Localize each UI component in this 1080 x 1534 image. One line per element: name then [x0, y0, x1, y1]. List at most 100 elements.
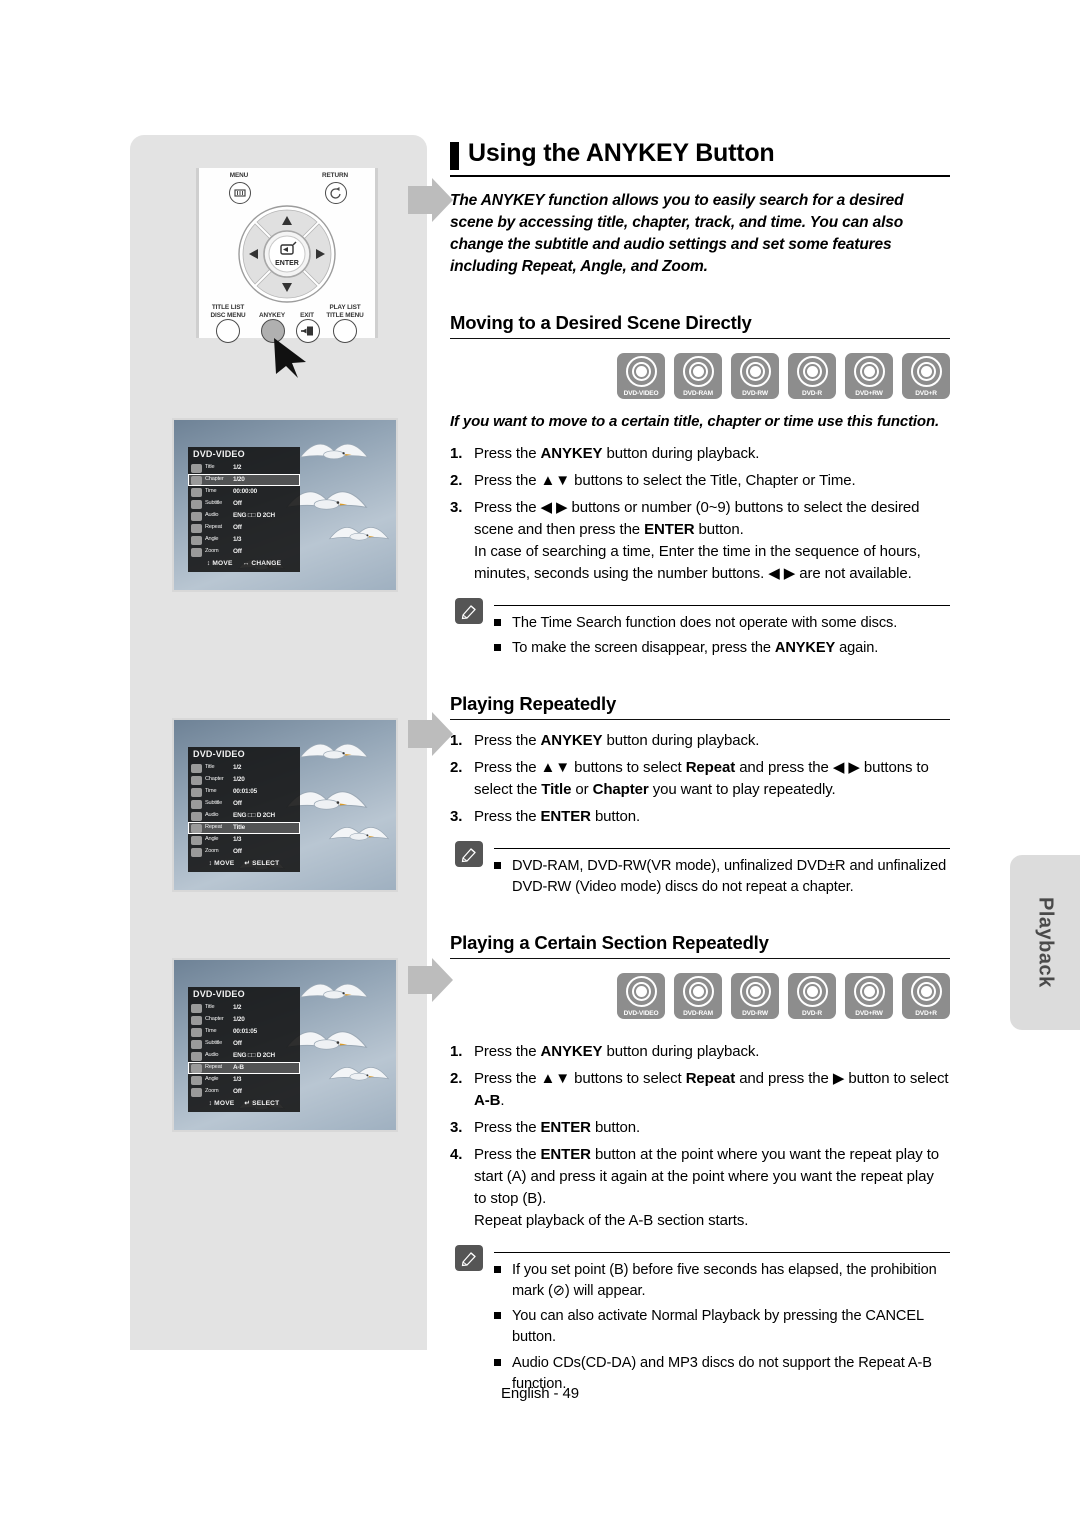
- osd-row-label: Repeat: [205, 824, 222, 831]
- osd-move-hint: ↕ MOVE: [206, 560, 233, 567]
- osd-row-time[interactable]: Time 00:01:05: [188, 786, 300, 798]
- step-text: Press the ▲▼ buttons to select Repeat an…: [474, 759, 929, 799]
- osd-disc-type: DVD-VIDEO: [193, 749, 245, 759]
- note-bullet: [494, 861, 501, 869]
- osd-screenshot-2: DVD-VIDEO Title 1/2 Chapter 1/20 Time 00:01:05…: [172, 718, 398, 892]
- osd-audio-icon: [191, 511, 202, 521]
- disc-icon-label: DVD+R: [915, 390, 937, 397]
- osd-row-title[interactable]: Title 1/2: [188, 1002, 300, 1014]
- remote-return-label: RETURN: [321, 172, 349, 179]
- osd-row-repeat[interactable]: Repeat A-B: [188, 1062, 300, 1074]
- osd-zoom-icon: [191, 547, 202, 557]
- osd-row-value: Off: [233, 1087, 242, 1095]
- osd-row-subtitle[interactable]: Subtitle Off: [188, 1038, 300, 1050]
- osd-row-label: Zoom: [205, 548, 219, 555]
- disc-ring-icon: [910, 976, 942, 1008]
- seagull-image: [294, 430, 374, 478]
- step-number: 4.: [450, 1145, 463, 1163]
- step-list: 1. Press the ANYKEY button during playbac…: [450, 443, 950, 584]
- osd-repeat-icon: [191, 1063, 202, 1073]
- page-footer: English - 49: [500, 1385, 579, 1402]
- navigation-wheel[interactable]: ENTER: [237, 204, 337, 304]
- osd-row-chapter[interactable]: Chapter 1/20: [188, 774, 300, 786]
- remote-menu-label: MENU: [229, 172, 249, 179]
- osd-row-label: Zoom: [205, 848, 219, 855]
- anykey-osd-menu: DVD-VIDEO Title 1/2 Chapter 1/20 Time 00:00:00…: [188, 447, 300, 572]
- disc-icon-dvd-ram: DVD-RAM: [674, 973, 722, 1020]
- disc-icon-label: DVD+R: [915, 1010, 937, 1018]
- osd-title-icon: [191, 763, 202, 773]
- disc-icon-dvd-ram: DVD-RAM: [674, 353, 722, 399]
- note-text: DVD-RAM, DVD-RW(VR mode), unfinalized DV…: [512, 857, 947, 896]
- osd-subtitle-icon: [191, 799, 202, 809]
- osd-row-audio[interactable]: Audio ENG □□ D 2CH: [188, 810, 300, 822]
- osd-row-time[interactable]: Time 00:01:05: [188, 1026, 300, 1038]
- osd-action-hint: ↵ SELECT: [244, 1100, 280, 1107]
- disc-icon-label: DVD-RAM: [683, 390, 713, 397]
- osd-row-title[interactable]: Title 1/2: [188, 762, 300, 774]
- step-text: Press the ENTER button.: [474, 807, 641, 825]
- step-item: 1. Press the ANYKEY button during playbac…: [450, 730, 950, 752]
- osd-row-title[interactable]: Title 1/2: [188, 462, 300, 474]
- osd-row-angle[interactable]: Angle 1/3: [188, 834, 300, 846]
- osd-row-chapter[interactable]: Chapter 1/20: [188, 1014, 300, 1026]
- note-item: You can also activate Normal Playback by…: [494, 1306, 950, 1349]
- disc-icon-label: DVD-R: [802, 1010, 822, 1018]
- osd-row-value: ENG □□ D 2CH: [233, 811, 275, 819]
- osd-row-value: 1/20: [233, 475, 245, 483]
- menu-icon[interactable]: [229, 182, 251, 204]
- osd-row-zoom[interactable]: Zoom Off: [188, 846, 300, 858]
- note-item: If you set point (B) before five seconds…: [494, 1260, 950, 1303]
- title-list-label: TITLE LIST: [211, 304, 245, 311]
- osd-row-chapter[interactable]: Chapter 1/20: [188, 474, 300, 486]
- play-list-button[interactable]: [333, 319, 357, 343]
- step-number: 2.: [450, 1070, 463, 1088]
- osd-row-angle[interactable]: Angle 1/3: [188, 1074, 300, 1086]
- osd-row-subtitle[interactable]: Subtitle Off: [188, 798, 300, 810]
- disc-icon-dvd-video: DVD-VIDEO: [617, 353, 665, 399]
- anykey-label: ANYKEY: [258, 312, 286, 319]
- note-item: DVD-RAM, DVD-RW(VR mode), unfinalized DV…: [494, 856, 950, 899]
- step-number: 1.: [450, 732, 463, 750]
- osd-row-value: A-B: [233, 1063, 244, 1071]
- exit-label: EXIT: [300, 312, 314, 319]
- note-divider: [494, 604, 950, 606]
- return-icon[interactable]: [325, 182, 347, 204]
- osd-row-label: Audio: [205, 1052, 219, 1059]
- osd-row-value: 1/20: [233, 1015, 245, 1023]
- osd-audio-icon: [191, 1051, 202, 1061]
- osd-time-icon: [191, 487, 202, 497]
- title-list-button[interactable]: [216, 319, 240, 343]
- osd-row-repeat[interactable]: Repeat Off: [188, 522, 300, 534]
- osd-repeat-icon: [191, 823, 202, 833]
- step-number: 3.: [450, 499, 463, 517]
- osd-row-audio[interactable]: Audio ENG □□ D 2CH: [188, 1050, 300, 1062]
- disc-icon-dvd-rw: DVD-RW: [731, 973, 779, 1020]
- play-list-label: PLAY LIST: [329, 304, 361, 311]
- osd-row-label: Title: [205, 464, 215, 471]
- osd-row-angle[interactable]: Angle 1/3: [188, 534, 300, 546]
- disc-ring-icon: [739, 356, 771, 387]
- seagull-image: [324, 1055, 394, 1097]
- osd-row-zoom[interactable]: Zoom Off: [188, 546, 300, 558]
- osd-screenshot-3: DVD-VIDEO Title 1/2 Chapter 1/20 Time 00:01:05…: [172, 958, 398, 1132]
- osd-row-repeat[interactable]: Repeat Title: [188, 822, 300, 834]
- disc-icon-label: DVD-VIDEO: [623, 390, 659, 397]
- osd-row-audio[interactable]: Audio ENG □□ D 2CH: [188, 510, 300, 522]
- sections-host: Moving to a Desired Scene Directly DVD-VI…: [450, 312, 950, 1395]
- section-heading: Playing Repeatedly: [450, 693, 617, 715]
- note-divider: [494, 1251, 950, 1253]
- step-text: Press the ◀ ▶ buttons or number (0~9) bu…: [474, 499, 921, 582]
- osd-action-hint: ↔ CHANGE: [242, 560, 282, 567]
- osd-row-time[interactable]: Time 00:00:00: [188, 486, 300, 498]
- osd-row-label: Title: [205, 764, 215, 771]
- disc-icon-dvd-r: DVD+R: [902, 353, 950, 399]
- osd-row-value: Off: [233, 847, 242, 855]
- osd-row-value: Off: [233, 547, 242, 555]
- step-number: 2.: [450, 472, 463, 490]
- note-text: To make the screen disappear, press the …: [512, 639, 879, 656]
- osd-row-zoom[interactable]: Zoom Off: [188, 1086, 300, 1098]
- section-arrow-marker-1: [408, 178, 454, 222]
- step-item: 3. Press the ENTER button.: [450, 806, 950, 828]
- osd-row-subtitle[interactable]: Subtitle Off: [188, 498, 300, 510]
